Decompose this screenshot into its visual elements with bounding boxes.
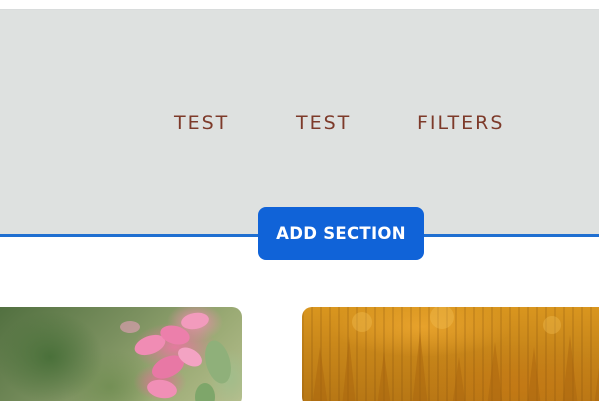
golden-forest-image [312,307,599,401]
top-divider [0,0,599,10]
nav-item-filters[interactable]: FILTERS [417,111,504,135]
nav-item-test-1[interactable]: TEST [174,111,229,135]
nav-item-test-2[interactable]: TEST [296,111,351,135]
add-section-label: ADD SECTION [276,224,406,243]
gallery-card-forest[interactable] [302,307,599,401]
pink-flower-image [120,312,231,401]
add-section-button[interactable]: ADD SECTION [258,207,424,260]
gallery-card-flower[interactable] [0,307,242,401]
page: TEST TEST FILTERS ADD SECTION [0,0,599,401]
